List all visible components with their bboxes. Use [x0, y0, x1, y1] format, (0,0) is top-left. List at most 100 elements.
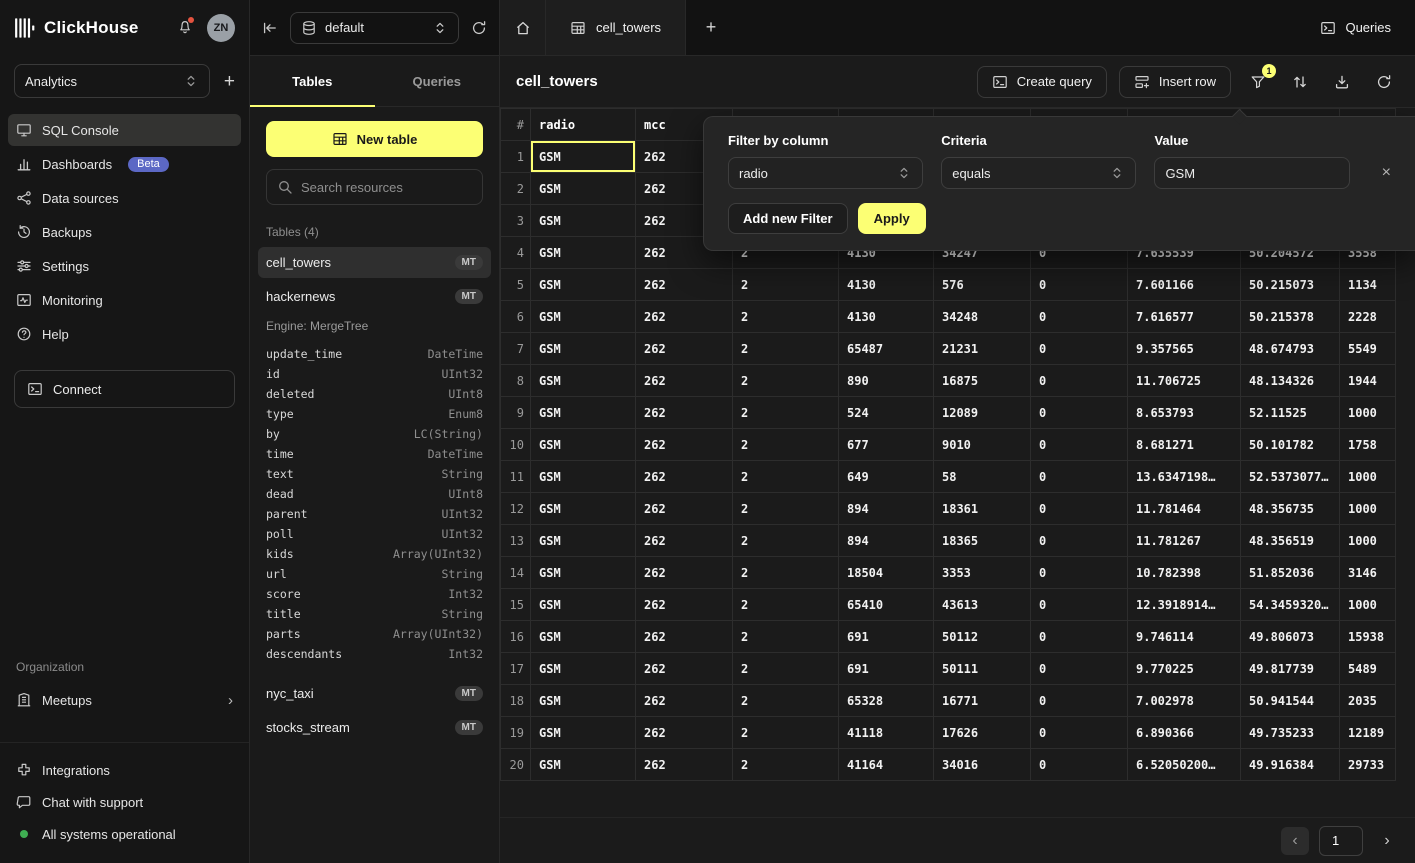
data-cell[interactable]: 2 — [733, 301, 839, 333]
notifications-button[interactable] — [177, 19, 193, 38]
data-cell[interactable]: GSM — [531, 717, 636, 749]
data-cell[interactable]: 12089 — [934, 397, 1031, 429]
data-cell[interactable]: 262 — [636, 397, 733, 429]
data-cell[interactable]: 1944 — [1340, 365, 1396, 397]
data-cell[interactable]: 48.674793 — [1241, 333, 1340, 365]
data-cell[interactable]: 0 — [1031, 525, 1128, 557]
data-cell[interactable]: 262 — [636, 589, 733, 621]
data-cell[interactable]: 524 — [839, 397, 934, 429]
data-cell[interactable]: 576 — [934, 269, 1031, 301]
filter-close-button[interactable]: × — [1382, 164, 1391, 182]
data-cell[interactable]: 2 — [733, 685, 839, 717]
prev-page-button[interactable]: ‹ — [1281, 827, 1309, 855]
data-cell[interactable]: 5549 — [1340, 333, 1396, 365]
org-item-meetups[interactable]: Meetups › — [8, 684, 241, 716]
data-cell[interactable]: 262 — [636, 621, 733, 653]
data-cell[interactable]: GSM — [531, 525, 636, 557]
data-cell[interactable]: GSM — [531, 237, 636, 269]
data-cell[interactable]: 6.52050200… — [1128, 749, 1241, 781]
avatar[interactable]: ZN — [207, 14, 235, 42]
data-cell[interactable]: 41164 — [839, 749, 934, 781]
sidebar-item-backups[interactable]: Backups — [8, 216, 241, 248]
data-cell[interactable]: 0 — [1031, 685, 1128, 717]
data-cell[interactable]: 2 — [733, 461, 839, 493]
data-cell[interactable]: GSM — [531, 429, 636, 461]
data-cell[interactable]: 262 — [636, 333, 733, 365]
row-number-cell[interactable]: 11 — [501, 461, 531, 493]
database-select[interactable]: default — [290, 12, 459, 44]
data-cell[interactable]: 2 — [733, 621, 839, 653]
data-cell[interactable]: 0 — [1031, 429, 1128, 461]
data-cell[interactable]: 677 — [839, 429, 934, 461]
row-number-cell[interactable]: 18 — [501, 685, 531, 717]
apply-filter-button[interactable]: Apply — [858, 203, 926, 234]
data-cell[interactable]: 0 — [1031, 365, 1128, 397]
data-cell[interactable]: 1000 — [1340, 461, 1396, 493]
data-cell[interactable]: 50.941544 — [1241, 685, 1340, 717]
data-cell[interactable]: GSM — [531, 173, 636, 205]
data-cell[interactable]: 43613 — [934, 589, 1031, 621]
add-workspace-button[interactable]: + — [224, 72, 235, 91]
data-cell[interactable]: 18504 — [839, 557, 934, 589]
data-cell[interactable]: 11.706725 — [1128, 365, 1241, 397]
data-cell[interactable]: GSM — [531, 493, 636, 525]
data-cell[interactable]: 649 — [839, 461, 934, 493]
data-cell[interactable]: 1000 — [1340, 525, 1396, 557]
data-cell[interactable]: 16875 — [934, 365, 1031, 397]
row-number-cell[interactable]: 16 — [501, 621, 531, 653]
sidebar-item-dashboards[interactable]: Dashboards Beta — [8, 148, 241, 180]
row-number-cell[interactable]: 15 — [501, 589, 531, 621]
data-cell[interactable]: 1000 — [1340, 397, 1396, 429]
row-number-cell[interactable]: 13 — [501, 525, 531, 557]
row-number-cell[interactable]: 4 — [501, 237, 531, 269]
data-cell[interactable]: 48.356735 — [1241, 493, 1340, 525]
data-cell[interactable]: 2 — [733, 653, 839, 685]
data-cell[interactable]: 48.134326 — [1241, 365, 1340, 397]
data-cell[interactable]: 6.890366 — [1128, 717, 1241, 749]
new-tab-button[interactable]: + — [686, 0, 736, 55]
data-cell[interactable]: 262 — [636, 749, 733, 781]
data-cell[interactable]: 50112 — [934, 621, 1031, 653]
data-cell[interactable]: 2 — [733, 749, 839, 781]
data-cell[interactable]: 890 — [839, 365, 934, 397]
row-number-cell[interactable]: 7 — [501, 333, 531, 365]
sidebar-item-help[interactable]: Help — [8, 318, 241, 350]
data-cell[interactable]: GSM — [531, 397, 636, 429]
data-cell[interactable]: 12.3918914… — [1128, 589, 1241, 621]
data-cell[interactable]: 50111 — [934, 653, 1031, 685]
data-cell[interactable]: 9010 — [934, 429, 1031, 461]
selected-cell[interactable]: GSM — [531, 141, 636, 173]
data-cell[interactable]: 34016 — [934, 749, 1031, 781]
data-cell[interactable]: 0 — [1031, 301, 1128, 333]
data-cell[interactable]: GSM — [531, 205, 636, 237]
row-number-cell[interactable]: 20 — [501, 749, 531, 781]
data-cell[interactable]: 1000 — [1340, 589, 1396, 621]
data-cell[interactable]: 1134 — [1340, 269, 1396, 301]
data-cell[interactable]: 12189 — [1340, 717, 1396, 749]
data-cell[interactable]: 3146 — [1340, 557, 1396, 589]
data-cell[interactable]: 65410 — [839, 589, 934, 621]
data-cell[interactable]: 262 — [636, 301, 733, 333]
insert-row-button[interactable]: Insert row — [1119, 66, 1231, 98]
data-cell[interactable]: GSM — [531, 269, 636, 301]
data-cell[interactable]: 21231 — [934, 333, 1031, 365]
data-cell[interactable]: 7.002978 — [1128, 685, 1241, 717]
data-cell[interactable]: GSM — [531, 653, 636, 685]
data-cell[interactable]: 7.601166 — [1128, 269, 1241, 301]
data-cell[interactable]: 49.916384 — [1241, 749, 1340, 781]
row-number-cell[interactable]: 1 — [501, 141, 531, 173]
data-cell[interactable]: 50.101782 — [1241, 429, 1340, 461]
table-item-nyc-taxi[interactable]: nyc_taxi MT — [258, 678, 491, 709]
row-number-cell[interactable]: 19 — [501, 717, 531, 749]
data-cell[interactable]: 29733 — [1340, 749, 1396, 781]
filter-value-input[interactable] — [1154, 157, 1349, 189]
data-cell[interactable]: 2 — [733, 429, 839, 461]
sidebar-item-sql-console[interactable]: SQL Console — [8, 114, 241, 146]
data-cell[interactable]: 9.357565 — [1128, 333, 1241, 365]
data-cell[interactable]: 0 — [1031, 621, 1128, 653]
data-cell[interactable]: 50.215073 — [1241, 269, 1340, 301]
next-page-button[interactable]: › — [1373, 827, 1401, 855]
data-cell[interactable]: 2 — [733, 333, 839, 365]
data-cell[interactable]: 2 — [733, 365, 839, 397]
table-item-hackernews[interactable]: hackernews MT — [258, 281, 491, 312]
